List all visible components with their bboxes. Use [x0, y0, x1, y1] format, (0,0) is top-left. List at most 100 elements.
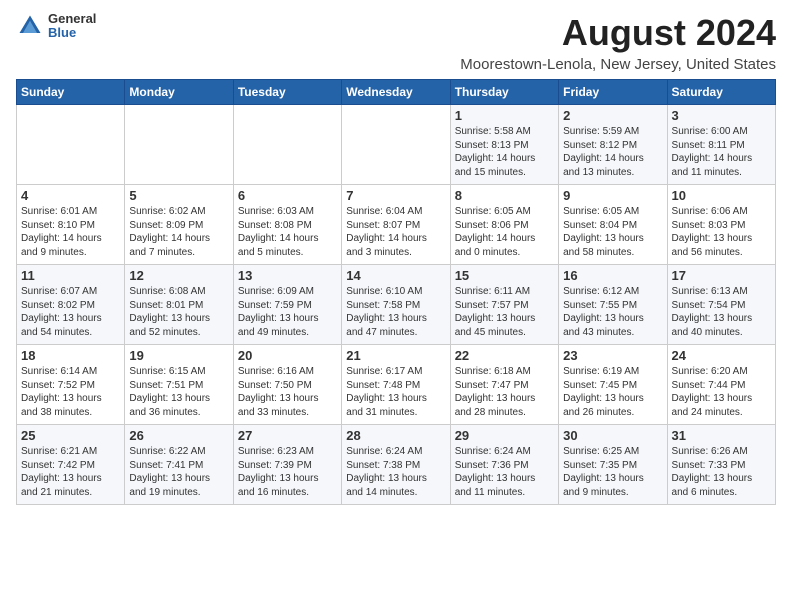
logo-text: General Blue	[48, 12, 96, 41]
calendar-cell: 30 Sunrise: 6:25 AM Sunset: 7:35 PM Dayli…	[559, 425, 667, 505]
calendar-cell: 5 Sunrise: 6:02 AM Sunset: 8:09 PM Daylig…	[125, 185, 233, 265]
calendar-cell: 4 Sunrise: 6:01 AM Sunset: 8:10 PM Daylig…	[17, 185, 125, 265]
calendar-cell: 1Sunrise: 5:58 AM Sunset: 8:13 PM Daylig…	[450, 105, 558, 185]
day-info: Sunrise: 5:58 AM Sunset: 8:13 PM Dayligh…	[455, 125, 554, 179]
calendar-cell: 10 Sunrise: 6:06 AM Sunset: 8:03 PM Dayli…	[667, 185, 775, 265]
logo-general: General	[48, 12, 96, 26]
calendar-cell: 6 Sunrise: 6:03 AM Sunset: 8:08 PM Daylig…	[233, 185, 341, 265]
day-number: 10	[672, 188, 771, 203]
calendar-cell: 28 Sunrise: 6:24 AM Sunset: 7:38 PM Dayli…	[342, 425, 450, 505]
header: General Blue August 2024 Moorestown-Leno…	[16, 12, 776, 73]
day-number: 8	[455, 188, 554, 203]
calendar-cell	[125, 105, 233, 185]
day-info: Sunrise: 6:18 AM Sunset: 7:47 PM Dayligh…	[455, 365, 554, 419]
calendar-cell: 8 Sunrise: 6:05 AM Sunset: 8:06 PM Daylig…	[450, 185, 558, 265]
calendar-cell: 9Sunrise: 6:05 AM Sunset: 8:04 PM Daylig…	[559, 185, 667, 265]
week-row-2: 4 Sunrise: 6:01 AM Sunset: 8:10 PM Daylig…	[17, 185, 776, 265]
day-number: 22	[455, 348, 554, 363]
day-number: 31	[672, 428, 771, 443]
main-title: August 2024	[460, 12, 776, 54]
day-info: Sunrise: 6:09 AM Sunset: 7:59 PM Dayligh…	[238, 285, 337, 339]
logo-blue: Blue	[48, 26, 96, 40]
day-info: Sunrise: 5:59 AM Sunset: 8:12 PM Dayligh…	[563, 125, 662, 179]
day-number: 15	[455, 268, 554, 283]
calendar-cell: 25 Sunrise: 6:21 AM Sunset: 7:42 PM Dayli…	[17, 425, 125, 505]
calendar-header: SundayMondayTuesdayWednesdayThursdayFrid…	[17, 80, 776, 105]
day-number: 26	[129, 428, 228, 443]
day-info: Sunrise: 6:04 AM Sunset: 8:07 PM Dayligh…	[346, 205, 445, 259]
day-number: 17	[672, 268, 771, 283]
calendar-cell: 20Sunrise: 6:16 AM Sunset: 7:50 PM Dayli…	[233, 345, 341, 425]
day-info: Sunrise: 6:24 AM Sunset: 7:36 PM Dayligh…	[455, 445, 554, 499]
day-number: 20	[238, 348, 337, 363]
day-info: Sunrise: 6:05 AM Sunset: 8:04 PM Dayligh…	[563, 205, 662, 259]
calendar-cell: 18 Sunrise: 6:14 AM Sunset: 7:52 PM Dayli…	[17, 345, 125, 425]
calendar-body: 1Sunrise: 5:58 AM Sunset: 8:13 PM Daylig…	[17, 105, 776, 505]
calendar-cell	[17, 105, 125, 185]
day-info: Sunrise: 6:01 AM Sunset: 8:10 PM Dayligh…	[21, 205, 120, 259]
calendar-cell: 16 Sunrise: 6:12 AM Sunset: 7:55 PM Dayli…	[559, 265, 667, 345]
day-info: Sunrise: 6:13 AM Sunset: 7:54 PM Dayligh…	[672, 285, 771, 339]
day-info: Sunrise: 6:08 AM Sunset: 8:01 PM Dayligh…	[129, 285, 228, 339]
logo: General Blue	[16, 12, 96, 41]
calendar-cell: 14Sunrise: 6:10 AM Sunset: 7:58 PM Dayli…	[342, 265, 450, 345]
day-number: 21	[346, 348, 445, 363]
day-number: 18	[21, 348, 120, 363]
col-header-wednesday: Wednesday	[342, 80, 450, 105]
day-info: Sunrise: 6:15 AM Sunset: 7:51 PM Dayligh…	[129, 365, 228, 419]
day-info: Sunrise: 6:17 AM Sunset: 7:48 PM Dayligh…	[346, 365, 445, 419]
col-header-sunday: Sunday	[17, 80, 125, 105]
week-row-5: 25 Sunrise: 6:21 AM Sunset: 7:42 PM Dayli…	[17, 425, 776, 505]
day-info: Sunrise: 6:25 AM Sunset: 7:35 PM Dayligh…	[563, 445, 662, 499]
calendar-cell	[233, 105, 341, 185]
calendar-cell	[342, 105, 450, 185]
day-number: 30	[563, 428, 662, 443]
calendar-cell: 31Sunrise: 6:26 AM Sunset: 7:33 PM Dayli…	[667, 425, 775, 505]
day-info: Sunrise: 6:12 AM Sunset: 7:55 PM Dayligh…	[563, 285, 662, 339]
day-number: 16	[563, 268, 662, 283]
calendar-cell: 17 Sunrise: 6:13 AM Sunset: 7:54 PM Dayli…	[667, 265, 775, 345]
calendar-cell: 15Sunrise: 6:11 AM Sunset: 7:57 PM Dayli…	[450, 265, 558, 345]
page: General Blue August 2024 Moorestown-Leno…	[0, 0, 792, 513]
day-info: Sunrise: 6:21 AM Sunset: 7:42 PM Dayligh…	[21, 445, 120, 499]
day-info: Sunrise: 6:24 AM Sunset: 7:38 PM Dayligh…	[346, 445, 445, 499]
day-number: 27	[238, 428, 337, 443]
day-number: 11	[21, 268, 120, 283]
col-header-saturday: Saturday	[667, 80, 775, 105]
calendar-cell: 12 Sunrise: 6:08 AM Sunset: 8:01 PM Dayli…	[125, 265, 233, 345]
day-number: 29	[455, 428, 554, 443]
col-header-tuesday: Tuesday	[233, 80, 341, 105]
day-number: 28	[346, 428, 445, 443]
col-header-monday: Monday	[125, 80, 233, 105]
day-number: 2	[563, 108, 662, 123]
day-number: 6	[238, 188, 337, 203]
calendar-cell: 3Sunrise: 6:00 AM Sunset: 8:11 PM Daylig…	[667, 105, 775, 185]
day-number: 14	[346, 268, 445, 283]
day-number: 25	[21, 428, 120, 443]
col-header-thursday: Thursday	[450, 80, 558, 105]
day-number: 24	[672, 348, 771, 363]
logo-icon	[16, 12, 44, 40]
calendar-table: SundayMondayTuesdayWednesdayThursdayFrid…	[16, 79, 776, 505]
day-number: 5	[129, 188, 228, 203]
day-info: Sunrise: 6:20 AM Sunset: 7:44 PM Dayligh…	[672, 365, 771, 419]
day-info: Sunrise: 6:05 AM Sunset: 8:06 PM Dayligh…	[455, 205, 554, 259]
calendar-cell: 26Sunrise: 6:22 AM Sunset: 7:41 PM Dayli…	[125, 425, 233, 505]
day-number: 13	[238, 268, 337, 283]
calendar-cell: 24 Sunrise: 6:20 AM Sunset: 7:44 PM Dayli…	[667, 345, 775, 425]
calendar-cell: 19Sunrise: 6:15 AM Sunset: 7:51 PM Dayli…	[125, 345, 233, 425]
calendar-cell: 22 Sunrise: 6:18 AM Sunset: 7:47 PM Dayli…	[450, 345, 558, 425]
day-info: Sunrise: 6:02 AM Sunset: 8:09 PM Dayligh…	[129, 205, 228, 259]
day-number: 12	[129, 268, 228, 283]
subtitle: Moorestown-Lenola, New Jersey, United St…	[460, 56, 776, 73]
header-row: SundayMondayTuesdayWednesdayThursdayFrid…	[17, 80, 776, 105]
day-number: 4	[21, 188, 120, 203]
col-header-friday: Friday	[559, 80, 667, 105]
title-section: August 2024 Moorestown-Lenola, New Jerse…	[460, 12, 776, 73]
day-info: Sunrise: 6:23 AM Sunset: 7:39 PM Dayligh…	[238, 445, 337, 499]
day-info: Sunrise: 6:14 AM Sunset: 7:52 PM Dayligh…	[21, 365, 120, 419]
calendar-cell: 7Sunrise: 6:04 AM Sunset: 8:07 PM Daylig…	[342, 185, 450, 265]
calendar-cell: 27 Sunrise: 6:23 AM Sunset: 7:39 PM Dayli…	[233, 425, 341, 505]
day-info: Sunrise: 6:06 AM Sunset: 8:03 PM Dayligh…	[672, 205, 771, 259]
day-info: Sunrise: 6:03 AM Sunset: 8:08 PM Dayligh…	[238, 205, 337, 259]
